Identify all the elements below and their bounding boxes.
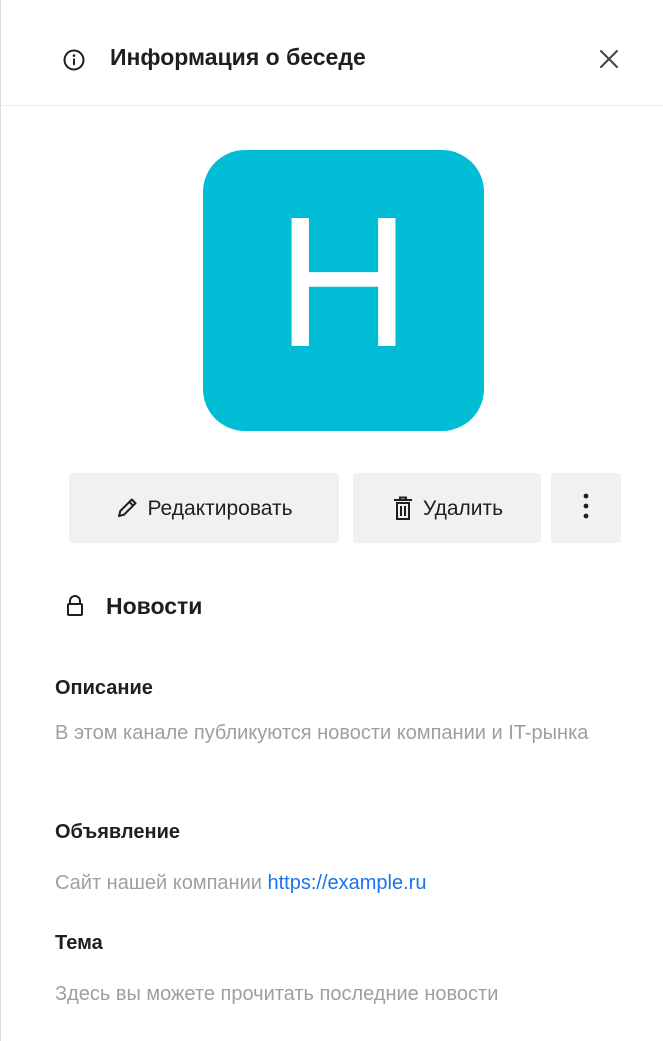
delete-button[interactable]: Удалить bbox=[353, 473, 541, 543]
more-vertical-icon bbox=[582, 492, 590, 524]
trash-icon bbox=[391, 495, 415, 521]
topic-title: Тема bbox=[55, 932, 103, 954]
avatar-letter: Н bbox=[276, 178, 411, 386]
conversation-avatar: Н bbox=[203, 150, 484, 431]
pencil-icon bbox=[115, 496, 139, 520]
description-text: В этом канале публикуются новости компан… bbox=[55, 722, 589, 744]
announcement-prefix: Сайт нашей компании bbox=[55, 872, 268, 894]
channel-name: Новости bbox=[106, 593, 203, 619]
info-icon bbox=[63, 49, 85, 71]
announcement-link[interactable]: https://example.ru bbox=[268, 872, 427, 894]
topic-text: Здесь вы можете прочитать последние ново… bbox=[55, 983, 499, 1005]
lock-icon bbox=[63, 594, 87, 618]
description-title: Описание bbox=[55, 677, 153, 699]
edit-button[interactable]: Редактировать bbox=[69, 473, 339, 543]
panel-header: Информация о беседе bbox=[1, 0, 663, 106]
close-icon bbox=[598, 48, 620, 75]
panel-title: Информация о беседе bbox=[110, 44, 366, 70]
edit-button-label: Редактировать bbox=[147, 496, 293, 520]
more-options-button[interactable] bbox=[551, 473, 621, 543]
announcement-title: Объявление bbox=[55, 821, 180, 843]
announcement-text: Сайт нашей компании https://example.ru bbox=[55, 866, 625, 900]
close-button[interactable] bbox=[592, 44, 626, 78]
delete-button-label: Удалить bbox=[422, 496, 504, 520]
conversation-info-panel: Информация о беседе Н Редактировать Удал… bbox=[0, 0, 663, 1041]
channel-name-row: Новости bbox=[63, 591, 202, 621]
